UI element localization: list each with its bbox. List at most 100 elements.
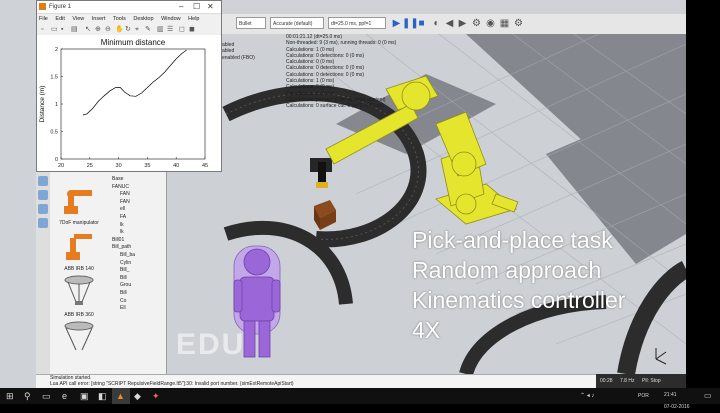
figure-title: Figure 1 bbox=[49, 4, 72, 10]
tree-item[interactable]: Base bbox=[108, 176, 166, 184]
tree-item[interactable]: Ell bbox=[108, 305, 166, 313]
pointer-icon[interactable]: ↖ bbox=[85, 25, 91, 35]
minimize-button[interactable]: – bbox=[179, 1, 183, 13]
sim-rate: 7.8 Hz bbox=[620, 378, 635, 384]
distance-chart[interactable]: Minimum distanceTime (seconds)Distance (… bbox=[37, 35, 221, 180]
tree-item[interactable]: FANUC bbox=[108, 184, 166, 192]
caption-line: Random approach bbox=[412, 257, 602, 283]
tree-item[interactable]: Bill bbox=[108, 290, 166, 298]
matlab-task-icon[interactable]: ▲ bbox=[116, 390, 125, 402]
clock-time: 21:41 bbox=[664, 392, 677, 398]
model-thumbnail[interactable]: ABB IRB 360 bbox=[52, 272, 106, 318]
close-button[interactable]: ✕ bbox=[207, 1, 214, 13]
slower-icon[interactable]: ◀ bbox=[443, 17, 456, 30]
tree-item[interactable]: Grou bbox=[108, 282, 166, 290]
model-browser-icon[interactable] bbox=[38, 190, 48, 200]
simulation-info-overlay: 00:01:21.12 (dt=25.0 ms) Non-threaded: 9 … bbox=[286, 34, 426, 110]
new-figure-icon[interactable]: ▫ bbox=[41, 25, 43, 35]
tray-icons[interactable]: ⌃ ◂ ♪ bbox=[580, 390, 594, 402]
tree-item[interactable]: FAN bbox=[108, 199, 166, 207]
simulation-toolbar: Bullet Accurate (default) dt=25.0 ms, pp… bbox=[222, 14, 686, 35]
physics-engine-select[interactable]: Bullet bbox=[236, 17, 266, 29]
rotate-icon[interactable]: ↻ bbox=[125, 25, 131, 35]
data-cursor-icon[interactable]: ⌖ bbox=[135, 25, 139, 35]
menu-desktop[interactable]: Desktop bbox=[133, 16, 153, 22]
store-icon[interactable]: ◧ bbox=[98, 390, 107, 402]
stop-icon[interactable]: ■ bbox=[415, 17, 428, 30]
scene-hierarchy: Base FANUC FAN FAN ell FA lk lk Bill01 Bill_path B… bbox=[108, 176, 166, 313]
windows-start-icon[interactable]: ⊞ bbox=[6, 390, 14, 402]
tree-item[interactable]: lk bbox=[108, 229, 166, 237]
menu-view[interactable]: View bbox=[72, 16, 84, 22]
open-icon[interactable]: ▭ bbox=[51, 25, 58, 35]
hide-plot-tools-icon[interactable]: ◻ bbox=[179, 25, 185, 35]
object-properties-icon[interactable] bbox=[38, 204, 48, 214]
zoom-in-icon[interactable]: ⊕ bbox=[95, 25, 101, 35]
print-icon[interactable]: ▤ bbox=[71, 25, 78, 35]
maximize-button[interactable]: ☐ bbox=[193, 1, 200, 13]
brush-icon[interactable]: ✎ bbox=[145, 25, 151, 35]
tree-item[interactable]: Bill_path bbox=[108, 244, 166, 252]
notifications-icon[interactable]: ▭ bbox=[704, 390, 712, 402]
menu-window[interactable]: Window bbox=[161, 16, 181, 22]
app-task-icon[interactable]: ✦ bbox=[152, 390, 160, 402]
x-tick-label: 40 bbox=[173, 163, 179, 169]
edge-icon[interactable]: e bbox=[62, 390, 67, 402]
menu-help[interactable]: Help bbox=[188, 16, 199, 22]
scene-hierarchy-icon[interactable] bbox=[38, 176, 48, 186]
clock-date: 07-02-2016 bbox=[664, 404, 690, 410]
log-line: Calculations: 0 surface cut: 0 (m^2, 0 (… bbox=[286, 103, 384, 110]
search-icon[interactable]: ⚲ bbox=[24, 390, 31, 402]
tree-item[interactable]: Bill01 bbox=[108, 237, 166, 245]
caption-line: Pick-and-place task bbox=[412, 227, 613, 253]
y-tick-label: 0.5 bbox=[50, 130, 58, 136]
accuracy-select[interactable]: Accurate (default) bbox=[270, 17, 324, 29]
tree-item[interactable]: ell bbox=[108, 206, 166, 214]
menu-tools[interactable]: Tools bbox=[113, 16, 126, 22]
language-indicator[interactable]: POR bbox=[638, 390, 649, 402]
matlab-logo-icon bbox=[39, 3, 46, 10]
menu-insert[interactable]: Insert bbox=[92, 16, 106, 22]
y-tick-label: 1 bbox=[55, 102, 58, 108]
faster-icon[interactable]: ▶ bbox=[456, 17, 469, 30]
vrep-task-icon[interactable]: ◆ bbox=[134, 390, 141, 402]
model-thumbnail[interactable]: 7DoF manipulator bbox=[52, 180, 106, 226]
scene-info-left: abled abled enabled (FBO) bbox=[222, 42, 255, 61]
menu-file[interactable]: File bbox=[39, 16, 48, 22]
pan-icon[interactable]: ✋ bbox=[115, 25, 124, 35]
tree-item[interactable]: Bill bbox=[108, 275, 166, 283]
tree-item[interactable]: FAN bbox=[108, 191, 166, 199]
threaded-render-icon[interactable]: ⚙ bbox=[470, 17, 483, 30]
x-tick-label: 35 bbox=[144, 163, 150, 169]
x-tick-label: 20 bbox=[58, 163, 64, 169]
scene-icon[interactable]: ▦ bbox=[498, 17, 511, 30]
tree-item[interactable]: Cylin bbox=[108, 260, 166, 268]
tree-item[interactable]: FA bbox=[108, 214, 166, 222]
file-explorer-icon[interactable]: ▣ bbox=[80, 390, 89, 402]
timestep-select[interactable]: dt=25.0 ms, ppf=1 bbox=[328, 17, 386, 29]
visualization-icon[interactable]: ◉ bbox=[484, 17, 497, 30]
tree-item[interactable]: Co bbox=[108, 298, 166, 306]
real-time-icon[interactable]: ◐ bbox=[430, 17, 443, 30]
show-plot-tools-icon[interactable]: ◼ bbox=[189, 25, 195, 35]
colorbar-icon[interactable]: ▥ bbox=[157, 25, 164, 35]
figure-window[interactable]: Figure 1 – ☐ ✕ File Edit View Insert Too… bbox=[36, 0, 222, 180]
zoom-out-icon[interactable]: ⊖ bbox=[105, 25, 111, 35]
calculation-modules-icon[interactable] bbox=[38, 218, 48, 228]
model-thumbnail[interactable]: ABB IRB 140 bbox=[52, 226, 106, 272]
delta-robot-icon bbox=[64, 321, 94, 351]
pause-icon[interactable]: ❚❚ bbox=[402, 17, 419, 30]
status-error: Lua API call error: [string "SCRIPT Repu… bbox=[50, 381, 294, 387]
legend-icon[interactable]: ☰ bbox=[167, 25, 173, 35]
model-thumbnail[interactable] bbox=[52, 318, 106, 364]
task-view-icon[interactable]: ▭ bbox=[42, 390, 51, 402]
settings-icon[interactable]: ⚙ bbox=[512, 17, 525, 30]
figure-menubar: File Edit View Insert Tools Desktop Wind… bbox=[37, 14, 221, 24]
tree-item[interactable]: lk bbox=[108, 222, 166, 230]
menu-edit[interactable]: Edit bbox=[55, 16, 64, 22]
save-icon[interactable]: ▪ bbox=[61, 25, 63, 35]
clock[interactable]: 21:41 07-02-2016 bbox=[664, 389, 690, 413]
tree-item[interactable]: Bill_ bbox=[108, 267, 166, 275]
tree-item[interactable]: Bill_ba bbox=[108, 252, 166, 260]
edu-watermark: EDU bbox=[176, 328, 246, 361]
